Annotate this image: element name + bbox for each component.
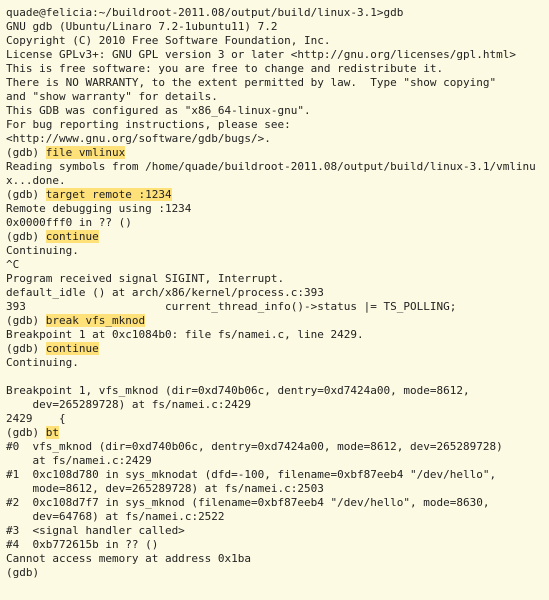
- terminal-line: quade@felicia:~/buildroot-2011.08/output…: [6, 6, 545, 20]
- terminal-text: License GPLv3+: GNU GPL version 3 or lat…: [6, 48, 516, 61]
- terminal-text: Continuing.: [6, 244, 79, 257]
- terminal-text: #3 <signal handler called>: [6, 524, 185, 537]
- terminal-line: (gdb) target remote :1234: [6, 188, 545, 202]
- terminal-text: (gdb): [6, 426, 46, 439]
- terminal-line: Cannot access memory at address 0x1ba: [6, 552, 545, 566]
- terminal-line: #1 0xc108d780 in sys_mknodat (dfd=-100, …: [6, 468, 545, 482]
- terminal-text: GNU gdb (Ubuntu/Linaro 7.2-1ubuntu11) 7.…: [6, 20, 278, 33]
- terminal-line: default_idle () at arch/x86/kernel/proce…: [6, 286, 545, 300]
- terminal-line: ^C: [6, 258, 545, 272]
- terminal-line: Remote debugging using :1234: [6, 202, 545, 216]
- terminal-text: Remote debugging using :1234: [6, 202, 191, 215]
- terminal-line: (gdb) continue: [6, 342, 545, 356]
- terminal-text: and "show warranty" for details.: [6, 90, 218, 103]
- terminal-text: ^C: [6, 258, 19, 271]
- terminal-text: Breakpoint 1, vfs_mknod (dir=0xd740b06c,…: [6, 384, 470, 397]
- terminal-text: default_idle () at arch/x86/kernel/proce…: [6, 286, 324, 299]
- highlighted-command: continue: [46, 230, 99, 243]
- terminal-line: 0x0000fff0 in ?? (): [6, 216, 545, 230]
- terminal-text: [6, 370, 13, 383]
- terminal-line: mode=8612, dev=265289728) at fs/namei.c:…: [6, 482, 545, 496]
- terminal-line: (gdb) break vfs_mknod: [6, 314, 545, 328]
- terminal-line: #2 0xc108d7f7 in sys_mknod (filename=0xb…: [6, 496, 545, 510]
- terminal-line: Program received signal SIGINT, Interrup…: [6, 272, 545, 286]
- terminal-text: dev=265289728) at fs/namei.c:2429: [6, 398, 251, 411]
- terminal-text: #1 0xc108d780 in sys_mknodat (dfd=-100, …: [6, 468, 496, 481]
- terminal-text: (gdb): [6, 342, 46, 355]
- terminal-text: mode=8612, dev=265289728) at fs/namei.c:…: [6, 482, 324, 495]
- highlighted-command: file vmlinux: [46, 146, 125, 159]
- terminal-line: 2429 {: [6, 412, 545, 426]
- terminal-text: at fs/namei.c:2429: [6, 454, 152, 467]
- highlighted-command: target remote :1234: [46, 188, 172, 201]
- terminal-line: #0 vfs_mknod (dir=0xd740b06c, dentry=0xd…: [6, 440, 545, 454]
- terminal-text: Cannot access memory at address 0x1ba: [6, 552, 251, 565]
- terminal-text: #4 0xb772615b in ?? (): [6, 538, 158, 551]
- highlighted-command: bt: [46, 426, 59, 439]
- terminal-line: [6, 370, 545, 384]
- terminal-text: (gdb): [6, 188, 46, 201]
- terminal-line: There is NO WARRANTY, to the extent perm…: [6, 76, 545, 90]
- terminal-output[interactable]: quade@felicia:~/buildroot-2011.08/output…: [0, 0, 549, 584]
- terminal-text: dev=64768) at fs/namei.c:2522: [6, 510, 225, 523]
- terminal-line: Reading symbols from /home/quade/buildro…: [6, 160, 545, 188]
- terminal-line: dev=265289728) at fs/namei.c:2429: [6, 398, 545, 412]
- terminal-line: This is free software: you are free to c…: [6, 62, 545, 76]
- terminal-text: (gdb): [6, 566, 39, 579]
- terminal-text: Breakpoint 1 at 0xc1084b0: file fs/namei…: [6, 328, 364, 341]
- terminal-line: For bug reporting instructions, please s…: [6, 118, 545, 132]
- terminal-line: #4 0xb772615b in ?? (): [6, 538, 545, 552]
- terminal-text: #2 0xc108d7f7 in sys_mknod (filename=0xb…: [6, 496, 489, 509]
- terminal-text: 0x0000fff0 in ?? (): [6, 216, 132, 229]
- terminal-line: This GDB was configured as "x86_64-linux…: [6, 104, 545, 118]
- terminal-line: (gdb) continue: [6, 230, 545, 244]
- terminal-line: Breakpoint 1 at 0xc1084b0: file fs/namei…: [6, 328, 545, 342]
- terminal-line: #3 <signal handler called>: [6, 524, 545, 538]
- terminal-line: <http://www.gnu.org/software/gdb/bugs/>.: [6, 132, 545, 146]
- terminal-text: (gdb): [6, 146, 46, 159]
- terminal-line: (gdb) bt: [6, 426, 545, 440]
- terminal-text: (gdb): [6, 230, 46, 243]
- terminal-line: 393 current_thread_info()->status |= TS_…: [6, 300, 545, 314]
- terminal-text: Reading symbols from /home/quade/buildro…: [6, 160, 536, 187]
- terminal-line: License GPLv3+: GNU GPL version 3 or lat…: [6, 48, 545, 62]
- highlighted-command: break vfs_mknod: [46, 314, 145, 327]
- terminal-line: (gdb): [6, 566, 545, 580]
- terminal-text: <http://www.gnu.org/software/gdb/bugs/>.: [6, 132, 271, 145]
- terminal-text: This is free software: you are free to c…: [6, 62, 443, 75]
- terminal-text: 2429 {: [6, 412, 66, 425]
- terminal-line: at fs/namei.c:2429: [6, 454, 545, 468]
- terminal-text: There is NO WARRANTY, to the extent perm…: [6, 76, 496, 89]
- terminal-text: (gdb): [6, 314, 46, 327]
- terminal-line: Continuing.: [6, 356, 545, 370]
- terminal-line: (gdb) file vmlinux: [6, 146, 545, 160]
- highlighted-command: continue: [46, 342, 99, 355]
- terminal-text: For bug reporting instructions, please s…: [6, 118, 291, 131]
- terminal-line: Breakpoint 1, vfs_mknod (dir=0xd740b06c,…: [6, 384, 545, 398]
- terminal-line: Continuing.: [6, 244, 545, 258]
- terminal-text: Continuing.: [6, 356, 79, 369]
- terminal-line: and "show warranty" for details.: [6, 90, 545, 104]
- terminal-text: Copyright (C) 2010 Free Software Foundat…: [6, 34, 331, 47]
- terminal-text: Program received signal SIGINT, Interrup…: [6, 272, 284, 285]
- terminal-text: 393 current_thread_info()->status |= TS_…: [6, 300, 456, 313]
- terminal-line: dev=64768) at fs/namei.c:2522: [6, 510, 545, 524]
- terminal-line: Copyright (C) 2010 Free Software Foundat…: [6, 34, 545, 48]
- terminal-line: GNU gdb (Ubuntu/Linaro 7.2-1ubuntu11) 7.…: [6, 20, 545, 34]
- terminal-text: quade@felicia:~/buildroot-2011.08/output…: [6, 6, 403, 19]
- terminal-text: #0 vfs_mknod (dir=0xd740b06c, dentry=0xd…: [6, 440, 503, 453]
- terminal-text: This GDB was configured as "x86_64-linux…: [6, 104, 311, 117]
